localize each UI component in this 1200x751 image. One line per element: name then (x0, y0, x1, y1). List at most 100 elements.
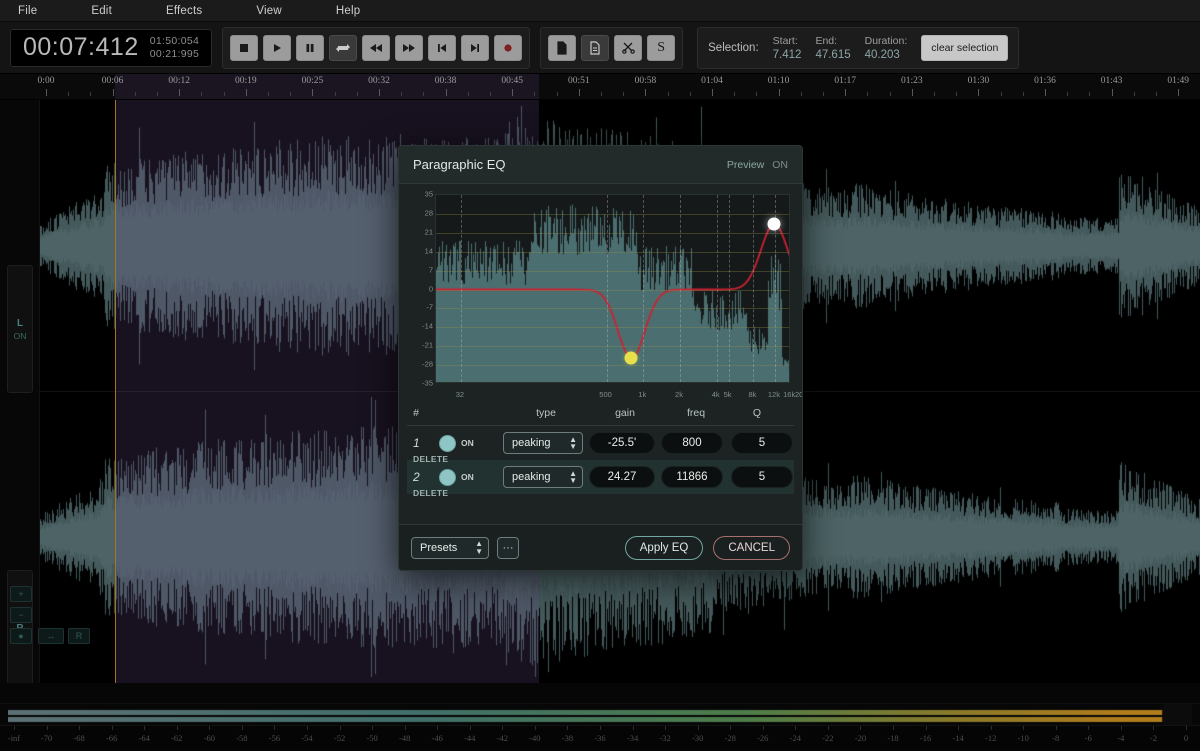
eq-band-2-handle[interactable] (768, 217, 781, 230)
cancel-button[interactable]: CANCEL (713, 536, 790, 560)
presets-value: Presets (420, 542, 457, 554)
ruler-tick (179, 89, 180, 96)
arrows-horizontal-icon: ↔ (47, 632, 56, 641)
apply-eq-button[interactable]: Apply EQ (625, 536, 704, 560)
reset-icon: R (76, 632, 83, 641)
new-file-button[interactable] (548, 35, 576, 61)
time-display[interactable]: 00:07:412 01:50:054 00:21:995 (10, 29, 212, 67)
db-scale-label: -56 (269, 733, 280, 743)
ruler-tick-minor (335, 92, 336, 96)
snap-button[interactable]: S (647, 35, 675, 61)
loop-button[interactable] (329, 35, 357, 61)
pause-button[interactable] (296, 35, 324, 61)
file-buttons: S (540, 27, 683, 69)
menu-item-file[interactable]: File (18, 5, 37, 17)
ruler-tick (579, 89, 580, 96)
zoom-out-vertical-button[interactable]: − (10, 607, 32, 623)
band-2-q-input[interactable]: 5 (731, 466, 793, 488)
skip-to-end-button[interactable] (461, 35, 489, 61)
eq-grid-v (643, 195, 644, 382)
band-1-type-value: peaking (512, 437, 551, 449)
ruler-tick-minor (890, 92, 891, 96)
skip-to-start-button[interactable] (428, 35, 456, 61)
play-icon (271, 42, 283, 54)
cut-button[interactable] (614, 35, 642, 61)
preview-state: ON (772, 159, 788, 171)
ruler-tick-minor (601, 92, 602, 96)
play-button[interactable] (263, 35, 291, 61)
ruler-tick-label: 01:36 (1034, 76, 1056, 86)
db-scale-label: -18 (887, 733, 898, 743)
band-1-gain-input[interactable]: -25.5' (589, 432, 655, 454)
rewind-button[interactable] (362, 35, 390, 61)
eq-band-row-1[interactable]: 1 ON peaking ▲▼ -25.5' 800 5 DELETE (407, 426, 794, 460)
db-scale-label: -48 (399, 733, 410, 743)
loop-icon (336, 42, 350, 54)
toggle-icon[interactable] (439, 435, 456, 452)
ruler-tick-minor (867, 92, 868, 96)
selection-start: Start: 7.412 (773, 35, 802, 61)
overview-canvas[interactable] (8, 704, 1192, 726)
eq-grid-h (436, 214, 789, 215)
zoom-horizontal-button[interactable]: ↔ (38, 628, 64, 644)
preview-toggle[interactable]: Preview ON (727, 159, 788, 171)
band-2-gain-input[interactable]: 24.27 (589, 466, 655, 488)
fast-forward-button[interactable] (395, 35, 423, 61)
band-2-enable-toggle[interactable]: ON (439, 469, 503, 486)
more-options-button[interactable]: ··· (497, 537, 519, 559)
transport-buttons (222, 27, 530, 69)
db-scale-tick (795, 726, 796, 730)
eq-y-label: 21 (407, 227, 433, 236)
db-scale-tick (307, 726, 308, 730)
ruler-tick (512, 89, 513, 96)
ruler-tick-minor (734, 92, 735, 96)
open-file-button[interactable] (581, 35, 609, 61)
db-scale-tick (405, 726, 406, 730)
eq-x-label: 16k (783, 390, 795, 399)
zoom-in-vertical-button[interactable]: + (10, 586, 32, 602)
band-1-q-input[interactable]: 5 (731, 432, 793, 454)
stop-button[interactable] (230, 35, 258, 61)
band-1-enable-label: ON (461, 438, 474, 448)
record-button[interactable] (494, 35, 522, 61)
eq-band-row-2[interactable]: 2 ON peaking ▲▼ 24.27 11866 5 DELETE (407, 460, 794, 494)
presets-select[interactable]: Presets ▲▼ (411, 537, 489, 559)
ruler-tick-minor (1023, 92, 1024, 96)
stop-icon (238, 42, 250, 54)
menu-item-effects[interactable]: Effects (166, 5, 202, 17)
ruler-tick-label: 00:12 (168, 76, 190, 86)
band-1-type-select[interactable]: peaking ▲▼ (503, 432, 583, 454)
eq-band-1-handle[interactable] (625, 352, 638, 365)
clear-selection-button[interactable]: clear selection (921, 35, 1008, 61)
dialog-header: Paragraphic EQ Preview ON (399, 146, 802, 184)
db-scale-tick (340, 726, 341, 730)
eq-graph[interactable] (435, 194, 790, 383)
ruler-tick-label: 01:23 (901, 76, 923, 86)
band-2-type-select[interactable]: peaking ▲▼ (503, 466, 583, 488)
db-scale-label: -44 (464, 733, 475, 743)
band-2-delete-button[interactable]: DELETE (413, 488, 439, 498)
channel-left[interactable]: L ON (7, 265, 33, 393)
band-1-enable-toggle[interactable]: ON (439, 435, 503, 452)
band-1-freq-input[interactable]: 800 (661, 432, 723, 454)
menu-item-help[interactable]: Help (336, 5, 360, 17)
zoom-fit-button[interactable]: ● (10, 628, 32, 644)
db-scale-label: -40 (529, 733, 540, 743)
timeline-ruler[interactable]: 0:0000:0600:1200:1900:2500:3200:3800:450… (0, 74, 1200, 100)
ruler-tick-minor (68, 92, 69, 96)
zoom-reset-button[interactable]: R (68, 628, 90, 644)
ruler-tick-label: 01:43 (1101, 76, 1123, 86)
paragraphic-eq-dialog[interactable]: Paragraphic EQ Preview ON 3528211470-7-1… (398, 145, 803, 571)
ruler-tick (645, 89, 646, 96)
menu-item-edit[interactable]: Edit (91, 5, 112, 17)
menu-item-view[interactable]: View (256, 5, 282, 17)
ruler-tick (312, 89, 313, 96)
ruler-tick (379, 89, 380, 96)
overview-strip[interactable] (0, 703, 1200, 725)
band-2-freq-input[interactable]: 11866 (661, 466, 723, 488)
db-scale-label: -32 (659, 733, 670, 743)
ruler-tick-minor (934, 92, 935, 96)
band-1-delete-button[interactable]: DELETE (413, 454, 439, 464)
eq-grid-v (680, 195, 681, 382)
toggle-icon[interactable] (439, 469, 456, 486)
